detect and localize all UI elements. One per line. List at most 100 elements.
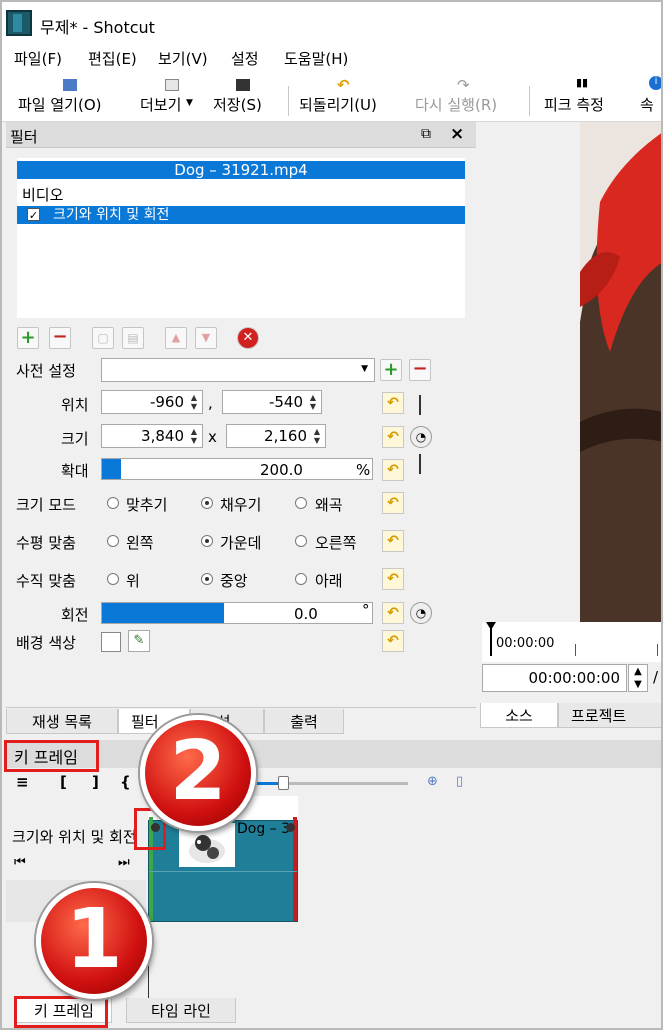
- radio-top[interactable]: [107, 573, 119, 585]
- radio-fit[interactable]: [107, 497, 119, 509]
- title-bar: 무제* - Shotcut: [2, 2, 661, 42]
- previous-keyframe-icon[interactable]: ⏮: [14, 855, 26, 870]
- keyframe-stopwatch-icon[interactable]: ◔: [410, 426, 432, 448]
- radio-fill[interactable]: [201, 497, 213, 509]
- reset-halign-button[interactable]: ↶: [382, 530, 404, 552]
- toolbar: 파일 열기(O) 더보기 ▼ 저장(S) ↶ 되돌리기(U) ↷ 다시 실행(R…: [2, 72, 661, 122]
- set-in-button[interactable]: [: [60, 773, 67, 791]
- radio-middle[interactable]: [201, 573, 213, 585]
- keyframe-clip[interactable]: Dog – 3: [148, 817, 298, 922]
- keyframe-point[interactable]: [286, 823, 295, 832]
- add-filter-button[interactable]: +: [17, 327, 39, 349]
- reset-zoom-button[interactable]: ↶: [382, 459, 404, 481]
- step-badge-2: 2: [140, 715, 256, 831]
- save-preset-button[interactable]: +: [380, 359, 402, 381]
- filter-panel-header: 필터 ⧉ ×: [6, 122, 476, 148]
- bg-color-swatch[interactable]: [101, 632, 121, 652]
- menu-icon[interactable]: ≡: [16, 773, 29, 791]
- left-tab-bar: 재생 목록 필터 속성 출력: [6, 707, 476, 734]
- position-y-input[interactable]: -540 ▲ ▼: [222, 390, 322, 414]
- spinner-icon[interactable]: ▲ ▼: [188, 393, 200, 411]
- position-label: 위치: [61, 396, 89, 414]
- tab-export[interactable]: 출력: [264, 709, 344, 734]
- rotation-value: 0.0: [294, 605, 318, 623]
- seek-keyframe-button[interactable]: {: [120, 773, 131, 791]
- rotation-label: 회전: [61, 606, 89, 624]
- zoom-fit-icon[interactable]: ▯: [456, 774, 463, 789]
- eyedropper-icon[interactable]: ✎: [128, 630, 150, 652]
- size-height-input[interactable]: 2,160 ▲ ▼: [226, 424, 326, 448]
- size-width-value: 3,840: [141, 427, 184, 445]
- more-button[interactable]: 더보기: [140, 94, 181, 115]
- app-window: 무제* - Shotcut 파일(F) 편집(E) 보기(V) 설정 도움말(H…: [0, 0, 663, 1030]
- close-icon[interactable]: ×: [450, 124, 464, 144]
- timecode-input[interactable]: 00:00:00:00: [482, 664, 627, 692]
- remove-filter-button[interactable]: −: [49, 327, 71, 349]
- tab-timeline[interactable]: 타임 라인: [126, 998, 236, 1023]
- redo-icon: ↷: [457, 76, 470, 94]
- next-keyframe-icon[interactable]: ⏭: [118, 855, 130, 870]
- paste-filter-button[interactable]: ▤: [122, 327, 144, 349]
- float-panel-icon[interactable]: ⧉: [421, 126, 431, 142]
- reset-size-button[interactable]: ↶: [382, 426, 404, 448]
- reset-valign-button[interactable]: ↶: [382, 568, 404, 590]
- radio-distort[interactable]: [295, 497, 307, 509]
- tab-source[interactable]: 소스: [480, 703, 558, 728]
- reset-position-button[interactable]: ↶: [382, 392, 404, 414]
- peak-meter-button[interactable]: 피크 측정: [544, 94, 604, 115]
- deselect-filter-button[interactable]: ✕: [237, 327, 259, 349]
- menu-help[interactable]: 도움말(H): [284, 48, 348, 69]
- link-line: [419, 454, 421, 474]
- undo-icon: ↶: [337, 76, 350, 94]
- radio-fill-label: 채우기: [220, 496, 262, 514]
- preset-select[interactable]: ▼: [101, 358, 375, 382]
- reset-size-mode-button[interactable]: ↶: [382, 492, 404, 514]
- radio-right[interactable]: [295, 535, 307, 547]
- reset-bg-color-button[interactable]: ↶: [382, 630, 404, 652]
- timecode-separator: /: [653, 668, 659, 686]
- filter-list: Dog – 31921.mp4 비디오 ✓ 크기와 위치 및 회전: [17, 158, 465, 318]
- save-button[interactable]: 저장(S): [213, 94, 262, 115]
- move-up-button[interactable]: ▲: [165, 327, 187, 349]
- copy-filter-button[interactable]: ▢: [92, 327, 114, 349]
- player-ruler[interactable]: 00:00:00: [482, 622, 661, 662]
- checkbox-enabled[interactable]: ✓: [27, 208, 40, 222]
- radio-center[interactable]: [201, 535, 213, 547]
- radio-left[interactable]: [107, 535, 119, 547]
- menu-view[interactable]: 보기(V): [158, 48, 208, 69]
- clip-out-marker: [293, 817, 297, 921]
- delete-preset-button[interactable]: −: [409, 359, 431, 381]
- position-x-input[interactable]: -960 ▲ ▼: [101, 390, 203, 414]
- size-width-input[interactable]: 3,840 ▲ ▼: [101, 424, 203, 448]
- tab-playlist[interactable]: 재생 목록: [6, 709, 118, 734]
- open-file-button[interactable]: 파일 열기(O): [18, 94, 101, 115]
- rotation-slider[interactable]: 0.0 °: [101, 601, 373, 624]
- zoom-in-icon[interactable]: ⊕: [427, 774, 438, 789]
- spinner-icon[interactable]: ▲ ▼: [188, 427, 200, 445]
- radio-fit-label: 맞추기: [126, 496, 168, 514]
- keyframes-toolbar: ≡ [ ] { ⊕ ▯: [6, 770, 661, 796]
- link-line: [419, 395, 421, 415]
- zoom-handle[interactable]: [278, 776, 289, 790]
- filter-list-item[interactable]: ✓ 크기와 위치 및 회전: [17, 206, 465, 224]
- keyframe-stopwatch-icon[interactable]: ◔: [410, 602, 432, 624]
- radio-bottom[interactable]: [295, 573, 307, 585]
- playhead[interactable]: [490, 626, 492, 656]
- zoom-track-fill: [256, 782, 280, 785]
- redo-button[interactable]: 다시 실행(R): [415, 94, 497, 115]
- spinner-icon[interactable]: ▲ ▼: [311, 427, 323, 445]
- menu-edit[interactable]: 편집(E): [88, 48, 137, 69]
- zoom-slider[interactable]: 200.0 %: [101, 458, 373, 480]
- undo-button[interactable]: 되돌리기(U): [299, 94, 377, 115]
- move-down-button[interactable]: ▼: [195, 327, 217, 349]
- radio-center-label: 가운데: [220, 534, 262, 552]
- set-out-button[interactable]: ]: [92, 773, 99, 791]
- properties-button[interactable]: 속: [640, 94, 654, 115]
- valign-label: 수직 맞춤: [16, 572, 76, 590]
- menu-settings[interactable]: 설정: [231, 48, 259, 69]
- spinner-icon[interactable]: ▲ ▼: [307, 393, 319, 411]
- reset-rotation-button[interactable]: ↶: [382, 602, 404, 624]
- tab-project[interactable]: 프로젝트: [558, 703, 661, 728]
- timecode-spinner-icon[interactable]: ▲ ▼: [628, 664, 648, 692]
- menu-file[interactable]: 파일(F): [14, 48, 62, 69]
